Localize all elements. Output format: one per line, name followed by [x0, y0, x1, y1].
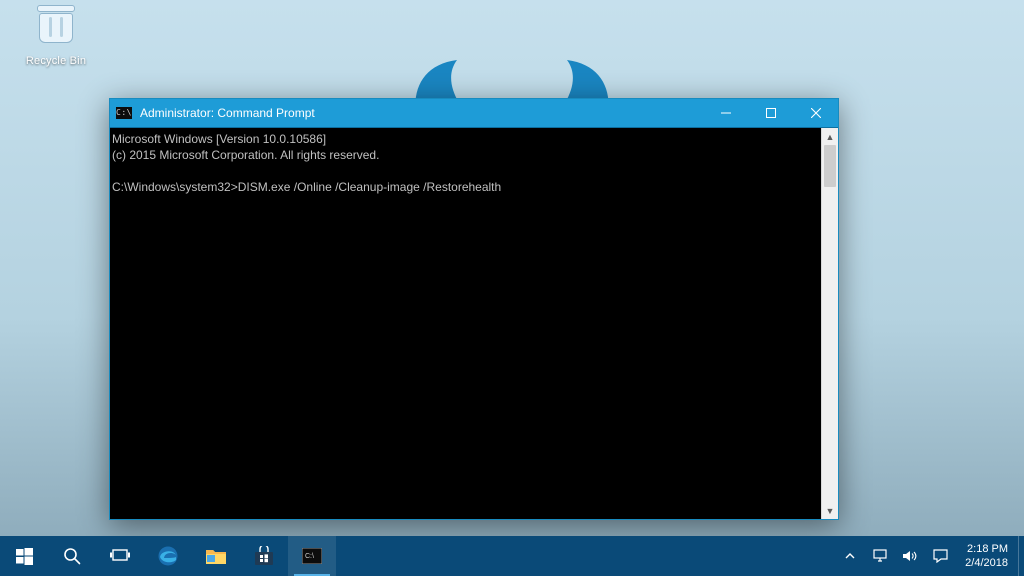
scroll-down-button[interactable]: ▼: [822, 502, 838, 519]
terminal-command: DISM.exe /Online /Cleanup-image /Restore…: [238, 180, 501, 194]
tray-chevron-button[interactable]: [841, 536, 859, 576]
search-icon: [63, 547, 81, 565]
window-title: Administrator: Command Prompt: [140, 106, 315, 120]
search-button[interactable]: [48, 536, 96, 576]
close-button[interactable]: [793, 99, 838, 127]
desktop-icon-recycle-bin[interactable]: Recycle Bin: [18, 4, 94, 67]
taskbar-item-edge[interactable]: [144, 536, 192, 576]
network-icon: [872, 549, 888, 563]
window-client-area: Microsoft Windows [Version 10.0.10586] (…: [110, 127, 838, 519]
desktop-icon-label: Recycle Bin: [18, 55, 94, 67]
vertical-scrollbar[interactable]: ▲ ▼: [821, 128, 838, 519]
edge-icon: [157, 545, 179, 567]
store-icon: [254, 546, 274, 566]
taskbar: C:\: [0, 536, 1024, 576]
minimize-button[interactable]: [703, 99, 748, 127]
svg-text:C:\: C:\: [305, 553, 314, 560]
task-view-icon: [110, 548, 130, 564]
window-titlebar[interactable]: C:\ Administrator: Command Prompt: [110, 99, 838, 127]
start-button[interactable]: [0, 536, 48, 576]
tray-volume-button[interactable]: [901, 536, 919, 576]
task-view-button[interactable]: [96, 536, 144, 576]
clock-time: 2:18 PM: [967, 542, 1008, 556]
windows-logo-icon: [16, 548, 33, 565]
terminal-output[interactable]: Microsoft Windows [Version 10.0.10586] (…: [110, 128, 821, 519]
show-desktop-button[interactable]: [1018, 536, 1024, 576]
terminal-prompt: C:\Windows\system32>: [112, 180, 238, 194]
scroll-thumb[interactable]: [824, 145, 836, 187]
volume-icon: [902, 549, 918, 563]
command-prompt-window: C:\ Administrator: Command Prompt Micros…: [109, 98, 839, 520]
terminal-line: Microsoft Windows [Version 10.0.10586]: [112, 132, 326, 146]
taskbar-item-store[interactable]: [240, 536, 288, 576]
folder-icon: [205, 547, 227, 565]
cmd-icon: C:\: [302, 548, 322, 564]
action-center-icon: [933, 549, 948, 563]
taskbar-item-file-explorer[interactable]: [192, 536, 240, 576]
terminal-line: (c) 2015 Microsoft Corporation. All righ…: [112, 148, 379, 162]
system-tray: [833, 536, 957, 576]
cmd-icon: C:\: [116, 107, 132, 119]
tray-network-button[interactable]: [871, 536, 889, 576]
clock-date: 2/4/2018: [965, 556, 1008, 570]
tray-action-center-button[interactable]: [931, 536, 949, 576]
chevron-up-icon: [845, 551, 855, 561]
scroll-track[interactable]: [822, 145, 838, 502]
maximize-button[interactable]: [748, 99, 793, 127]
desktop: Recycle Bin C:\ Administrator: Command P…: [0, 0, 1024, 576]
scroll-up-button[interactable]: ▲: [822, 128, 838, 145]
taskbar-clock[interactable]: 2:18 PM 2/4/2018: [957, 536, 1018, 576]
recycle-bin-icon: [32, 4, 80, 52]
taskbar-item-command-prompt[interactable]: C:\: [288, 536, 336, 576]
